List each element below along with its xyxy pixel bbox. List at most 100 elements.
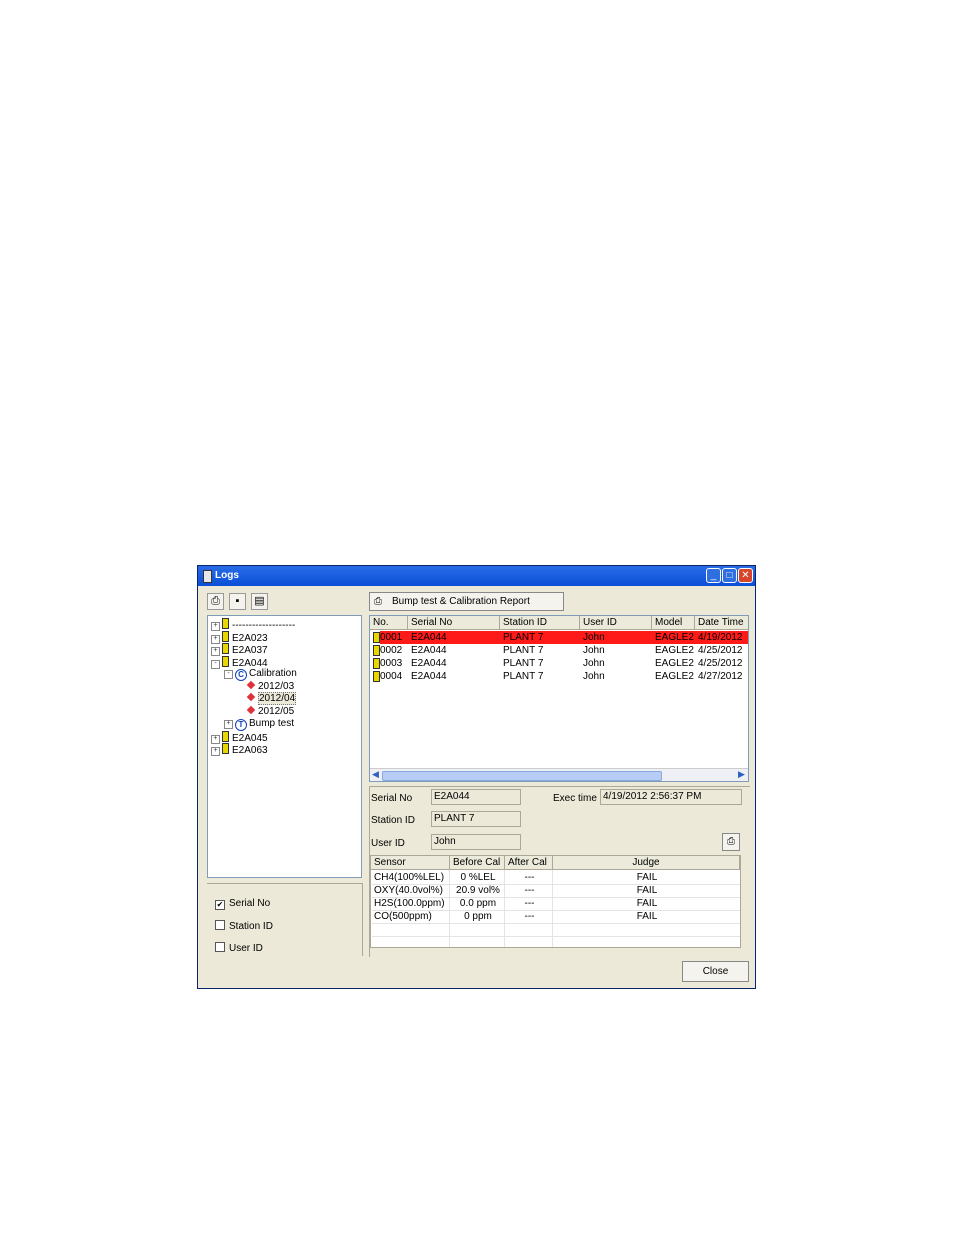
- bump-test-icon: T: [235, 719, 247, 731]
- maximize-icon[interactable]: □: [722, 568, 737, 583]
- expand-icon[interactable]: +: [211, 747, 220, 756]
- sensor-row[interactable]: H2S(100.0ppm) 0.0 ppm --- FAIL: [372, 897, 740, 911]
- collapse-icon[interactable]: -: [211, 659, 220, 669]
- column-header-judge[interactable]: Judge: [553, 856, 740, 870]
- device-tree[interactable]: + ------------------- + E2A023 + E2A037- E2A04…: [207, 615, 362, 878]
- tree-item-label: E2A037: [232, 645, 268, 656]
- sensor-cell: CH4(100%LEL): [374, 872, 445, 883]
- scroll-right-icon[interactable]: ▶: [738, 769, 745, 780]
- tree-item[interactable]: 2012/04: [237, 692, 297, 705]
- minimize-icon[interactable]: _: [706, 568, 721, 583]
- tree-item[interactable]: + E2A045: [211, 730, 268, 744]
- table-cell: PLANT 7: [503, 658, 544, 669]
- tree-item[interactable]: + T Bump test: [224, 718, 294, 731]
- table-cell: PLANT 7: [503, 632, 544, 643]
- tree-item[interactable]: 2012/05: [237, 705, 295, 718]
- tree-item-label: 2012/05: [258, 705, 295, 717]
- sensor-row[interactable]: CO(500ppm) 0 ppm --- FAIL: [372, 910, 740, 924]
- table-row[interactable]: 0003 E2A044 PLANT 7 John EAGLE2 4/25/2012: [371, 657, 748, 670]
- close-button[interactable]: Close: [682, 961, 749, 982]
- window-title: Logs: [215, 570, 239, 581]
- filter-panel: ✔ Serial No Station ID User ID: [207, 883, 363, 956]
- app-icon: [203, 570, 212, 583]
- horizontal-scrollbar[interactable]: ◀ ▶: [370, 768, 748, 781]
- scrollbar-thumb[interactable]: [382, 771, 662, 781]
- filter-user-id-checkbox[interactable]: User ID: [215, 942, 263, 954]
- checkbox-box: [215, 920, 225, 930]
- exec-time-field[interactable]: 4/19/2012 2:56:37 PM: [600, 789, 742, 805]
- user-id-field[interactable]: John: [431, 834, 521, 850]
- close-icon[interactable]: ✕: [738, 568, 753, 583]
- print-button[interactable]: ⎙: [207, 593, 224, 610]
- column-header-sensor[interactable]: Sensor: [371, 856, 450, 870]
- collapse-icon[interactable]: -: [224, 670, 233, 679]
- printer-icon: ⎙: [374, 596, 382, 607]
- sensor-cell: ---: [524, 872, 535, 883]
- column-divider: [449, 870, 450, 947]
- table-cell: E2A044: [411, 632, 447, 643]
- exec-time-label: Exec time: [553, 793, 597, 804]
- filter-station-id-checkbox[interactable]: Station ID: [215, 920, 273, 932]
- scroll-left-icon[interactable]: ◀: [372, 769, 379, 780]
- column-divider: [504, 870, 505, 947]
- gas-monitor-icon: [222, 643, 229, 654]
- logs-window: Logs _ □ ✕ ⎙ ▪ ▤ + ------------------- + E2…: [197, 565, 756, 989]
- sensor-cell: H2S(100.0ppm): [374, 898, 445, 909]
- sensor-row[interactable]: CH4(100%LEL) 0 %LEL --- FAIL: [372, 871, 740, 885]
- column-header-after-cal[interactable]: After Cal: [505, 856, 553, 870]
- station-id-field[interactable]: PLANT 7: [431, 811, 521, 827]
- tree-item[interactable]: + E2A037: [211, 643, 268, 656]
- tree-item[interactable]: + E2A023: [211, 630, 268, 644]
- column-divider: [552, 870, 553, 947]
- table-cell: EAGLE2: [655, 671, 694, 682]
- column-header-before-cal[interactable]: Before Cal: [450, 856, 505, 870]
- filter-label: Serial No: [229, 898, 271, 909]
- table-row[interactable]: 0001 E2A044 PLANT 7 John EAGLE2 4/19/2012: [371, 631, 748, 644]
- save-button[interactable]: ▪: [229, 593, 246, 610]
- expand-icon[interactable]: +: [224, 720, 233, 729]
- column-header-no[interactable]: No.: [370, 616, 408, 630]
- table-cell: 4/25/2012: [698, 645, 743, 656]
- print-details-button[interactable]: ⎙: [722, 833, 740, 851]
- sensor-table[interactable]: Sensor Before Cal After Cal Judge CH4(10…: [370, 855, 741, 948]
- column-header-user-id[interactable]: User ID: [580, 616, 652, 630]
- sensor-cell: 0.0 ppm: [459, 898, 497, 909]
- serial-no-label: Serial No: [371, 793, 413, 804]
- table-cell: E2A044: [411, 658, 447, 669]
- table-row[interactable]: 0004 E2A044 PLANT 7 John EAGLE2 4/27/2012: [371, 670, 748, 683]
- filter-serial-no-checkbox[interactable]: ✔ Serial No: [215, 898, 270, 910]
- gas-monitor-icon: [222, 630, 229, 642]
- table-row[interactable]: 0002 E2A044 PLANT 7 John EAGLE2 4/25/2012: [371, 644, 748, 657]
- column-header-serial-no[interactable]: Serial No: [408, 616, 500, 630]
- sensor-cell: 0 ppm: [464, 911, 492, 922]
- log-table[interactable]: No. Serial No Station ID User ID Model D…: [369, 615, 749, 782]
- tree-item[interactable]: - C Calibration: [224, 668, 297, 681]
- tree-item[interactable]: 2012/03: [237, 680, 295, 693]
- tree-item-label: E2A023: [232, 632, 268, 644]
- report-button[interactable]: ⎙ Bump test & Calibration Report: [369, 592, 564, 611]
- table-cell: 4/25/2012: [698, 658, 743, 669]
- tree-item[interactable]: + -------------------: [211, 618, 296, 631]
- table-cell: John: [583, 658, 605, 669]
- sensor-row[interactable]: OXY(40.0vol%) 20.9 vol% --- FAIL: [372, 884, 740, 898]
- tree-item-label: E2A044: [232, 657, 268, 669]
- save-icon: ▪: [235, 595, 240, 607]
- gas-monitor-icon: [222, 730, 229, 742]
- tree-item[interactable]: - E2A044: [211, 655, 268, 669]
- copy-button[interactable]: ▤: [251, 593, 268, 610]
- column-header-date-time[interactable]: Date Time: [695, 616, 748, 630]
- sensor-cell: ---: [524, 911, 535, 922]
- tree-item[interactable]: + E2A063: [211, 743, 268, 756]
- checkbox-box: [215, 942, 225, 952]
- clipboard-icon: ▤: [254, 595, 265, 607]
- tree-item-label: -------------------: [232, 620, 296, 631]
- column-header-station-id[interactable]: Station ID: [500, 616, 580, 630]
- gas-monitor-icon: [373, 671, 380, 682]
- serial-no-field[interactable]: E2A044: [431, 789, 521, 805]
- gas-monitor-icon: [222, 618, 229, 629]
- tree-item-label: 2012/03: [258, 680, 295, 692]
- column-header-model[interactable]: Model: [652, 616, 695, 630]
- log-entry-icon: [246, 680, 256, 689]
- user-id-label: User ID: [371, 838, 405, 849]
- title-bar[interactable]: Logs _ □ ✕: [198, 566, 755, 586]
